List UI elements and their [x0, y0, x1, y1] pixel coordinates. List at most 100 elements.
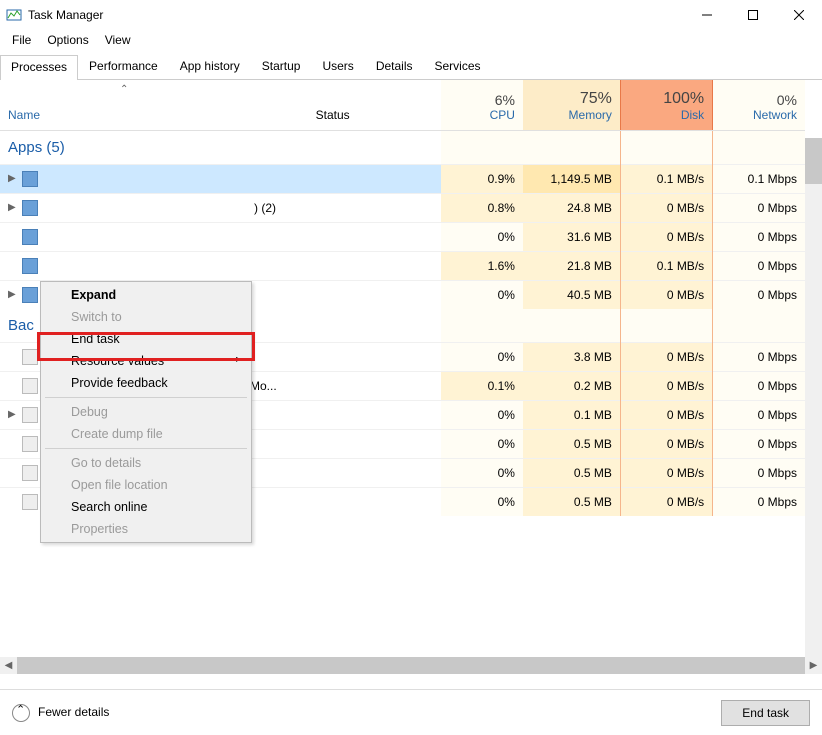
cm-separator: [45, 448, 247, 449]
header-network[interactable]: 0%Network: [713, 80, 805, 130]
header-memory[interactable]: 75%Memory: [523, 80, 620, 130]
fewer-details-toggle[interactable]: Fewer details: [12, 704, 109, 722]
net-cell: 0 Mbps: [713, 222, 805, 251]
header-status[interactable]: Status: [308, 80, 441, 130]
mem-cell: 1,149.5 MB: [523, 164, 620, 193]
minimize-button[interactable]: [684, 0, 730, 30]
process-icon: [22, 171, 38, 187]
tab-services[interactable]: Services: [424, 54, 492, 79]
mem-cell: 0.2 MB: [523, 371, 620, 400]
process-icon: [22, 200, 38, 216]
tab-processes[interactable]: Processes: [0, 55, 78, 80]
tab-performance[interactable]: Performance: [78, 54, 169, 79]
window-title: Task Manager: [28, 8, 684, 22]
scrollbar-thumb[interactable]: [17, 657, 805, 674]
cpu-cell: 0%: [441, 429, 523, 458]
header-cpu[interactable]: 6%CPU: [441, 80, 523, 130]
disk-cell: 0 MB/s: [620, 400, 712, 429]
process-icon: [22, 349, 38, 365]
chevron-right-icon[interactable]: ▶: [8, 173, 22, 184]
process-icon: [22, 378, 38, 394]
close-button[interactable]: [776, 0, 822, 30]
net-cell: 0 Mbps: [713, 400, 805, 429]
app-icon: [6, 7, 22, 23]
disk-cell: 0 MB/s: [620, 193, 712, 222]
cpu-cell: 0.8%: [441, 193, 523, 222]
disk-cell: 0 MB/s: [620, 371, 712, 400]
cpu-cell: 0%: [441, 222, 523, 251]
menubar: File Options View: [0, 30, 822, 50]
cpu-cell: 0.1%: [441, 371, 523, 400]
net-cell: 0 Mbps: [713, 458, 805, 487]
tab-users[interactable]: Users: [311, 54, 364, 79]
fewer-details-label: Fewer details: [38, 705, 109, 719]
cpu-cell: 0%: [441, 458, 523, 487]
scroll-left-icon[interactable]: ◀: [0, 660, 17, 671]
group-apps[interactable]: Apps (5): [0, 130, 805, 164]
net-cell: 0 Mbps: [713, 371, 805, 400]
mem-cell: 0.1 MB: [523, 400, 620, 429]
tab-startup[interactable]: Startup: [251, 54, 312, 79]
disk-cell: 0 MB/s: [620, 280, 712, 309]
disk-cell: 0.1 MB/s: [620, 164, 712, 193]
cm-properties: Properties: [43, 518, 249, 540]
horizontal-scrollbar[interactable]: ◀ ▶: [0, 657, 822, 674]
tabstrip: Processes Performance App history Startu…: [0, 54, 822, 80]
window-controls: [684, 0, 822, 30]
process-row[interactable]: 1.6% 21.8 MB 0.1 MB/s 0 Mbps: [0, 251, 805, 280]
scroll-right-icon[interactable]: ▶: [805, 660, 822, 671]
process-icon: [22, 436, 38, 452]
menu-file[interactable]: File: [4, 31, 39, 49]
group-apps-label: Apps (5): [0, 130, 441, 164]
header-name-label: Name: [8, 108, 40, 122]
net-cell: 0.1 Mbps: [713, 164, 805, 193]
menu-view[interactable]: View: [97, 31, 139, 49]
mem-cell: 21.8 MB: [523, 251, 620, 280]
mem-cell: 0.5 MB: [523, 429, 620, 458]
cm-search-online[interactable]: Search online: [43, 496, 249, 518]
cm-resource-values[interactable]: Resource values: [43, 350, 249, 372]
vertical-scrollbar[interactable]: [805, 138, 822, 657]
scrollbar-thumb[interactable]: [805, 138, 822, 184]
header-disk[interactable]: 100%Disk: [620, 80, 712, 130]
tab-details[interactable]: Details: [365, 54, 424, 79]
process-row[interactable]: ▶) (2) 0.8% 24.8 MB 0 MB/s 0 Mbps: [0, 193, 805, 222]
net-label: Network: [721, 108, 797, 122]
cm-open-file-location: Open file location: [43, 474, 249, 496]
cm-separator: [45, 397, 247, 398]
titlebar: Task Manager: [0, 0, 822, 30]
end-task-button[interactable]: End task: [721, 700, 810, 726]
mem-cell: 3.8 MB: [523, 342, 620, 371]
sort-indicator-icon: ⌃: [120, 84, 128, 95]
net-cell: 0 Mbps: [713, 193, 805, 222]
cpu-label: CPU: [449, 108, 515, 122]
net-cell: 0 Mbps: [713, 342, 805, 371]
cm-expand[interactable]: Expand: [43, 284, 249, 306]
chevron-right-icon[interactable]: ▶: [8, 409, 22, 420]
menu-options[interactable]: Options: [39, 31, 96, 49]
net-cell: 0 Mbps: [713, 280, 805, 309]
net-cell: 0 Mbps: [713, 429, 805, 458]
cpu-cell: 1.6%: [441, 251, 523, 280]
disk-cell: 0 MB/s: [620, 487, 712, 516]
tab-app-history[interactable]: App history: [169, 54, 251, 79]
chevron-right-icon[interactable]: ▶: [8, 202, 22, 213]
header-name[interactable]: Name: [0, 80, 308, 130]
disk-cell: 0 MB/s: [620, 222, 712, 251]
net-pct: 0%: [721, 92, 797, 108]
process-row[interactable]: ▶ 0.9% 1,149.5 MB 0.1 MB/s 0.1 Mbps: [0, 164, 805, 193]
disk-cell: 0.1 MB/s: [620, 251, 712, 280]
process-name: ) (2): [254, 201, 276, 215]
process-row[interactable]: 0% 31.6 MB 0 MB/s 0 Mbps: [0, 222, 805, 251]
process-icon: [22, 465, 38, 481]
cm-provide-feedback[interactable]: Provide feedback: [43, 372, 249, 394]
chevron-right-icon[interactable]: ▶: [8, 289, 22, 300]
process-icon: [22, 258, 38, 274]
process-icon: [22, 407, 38, 423]
mem-label: Memory: [531, 108, 612, 122]
cm-debug: Debug: [43, 401, 249, 423]
footer: Fewer details End task: [0, 689, 822, 735]
maximize-button[interactable]: [730, 0, 776, 30]
cm-end-task[interactable]: End task: [43, 328, 249, 350]
process-table-container: ⌃ Name Status 6%CPU 75%Memory 100%Disk 0…: [0, 80, 822, 674]
